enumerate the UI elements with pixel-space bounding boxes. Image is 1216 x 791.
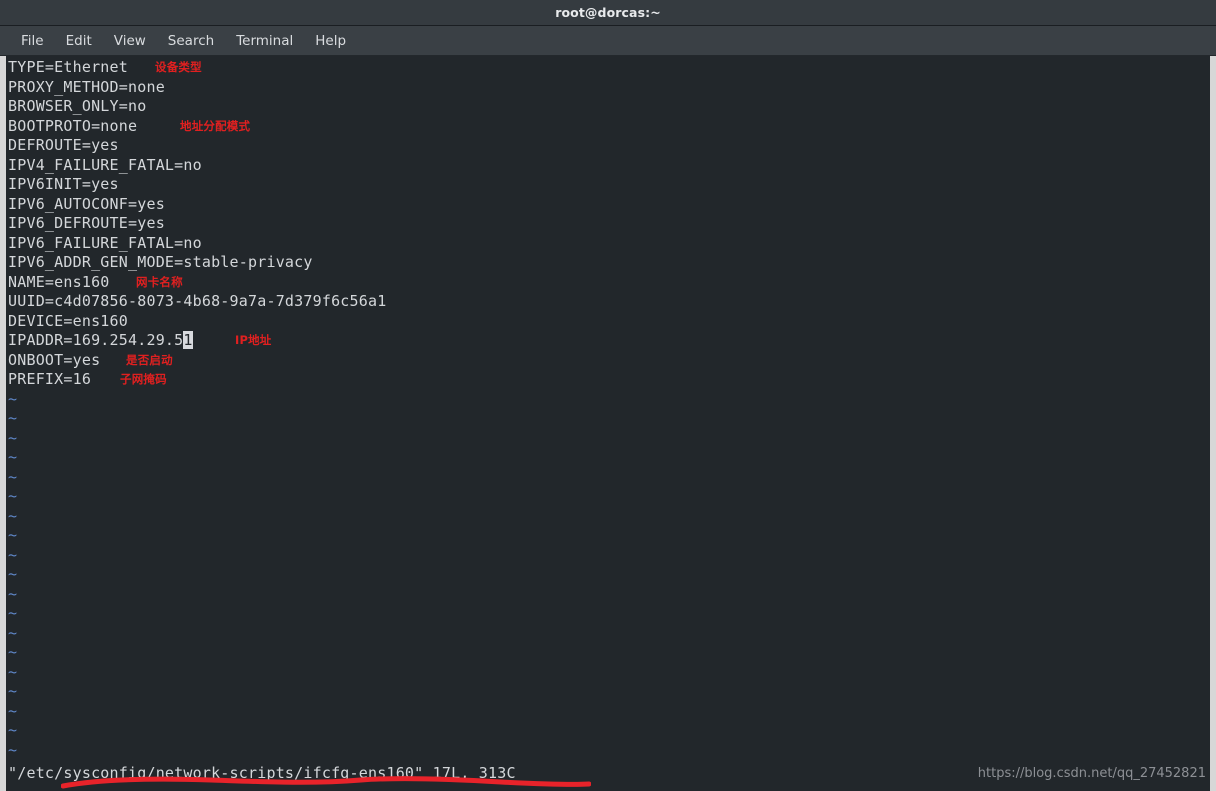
red-annotation-label: 设备类型 [155,60,202,74]
vim-line-text: BOOTPROTO=none [8,116,138,135]
vim-line: ONBOOT=yes 是否启动 [8,351,1216,371]
vim-empty-line-marker: ~ [8,682,18,700]
vim-empty-line-marker: ~ [8,409,18,427]
red-annotation-label: IP地址 [235,333,272,347]
terminal-body: TYPE=Ethernet 设备类型 PROXY_METHOD=none BROWSE… [0,56,1216,791]
vim-empty-line-marker: ~ [8,428,18,447]
red-annotation-label: 子网掩码 [120,372,167,386]
vim-line: PREFIX=16 子网掩码 [8,370,1216,390]
vim-line-text: PROXY_METHOD=none [8,77,165,96]
vim-line: IPV6_AUTOCONF=yes [8,195,1216,215]
terminal-window: root@dorcas:~ File Edit View Search Term… [0,0,1216,791]
vim-empty-line-marker: ~ [8,584,18,603]
text-cursor: 1 [183,331,193,349]
vim-line-text: ONBOOT=yes [8,350,101,369]
vim-empty-line-markers: ~ ~ ~ ~ ~ ~ ~ ~ ~ ~ ~ ~ ~ ~ ~ ~ ~ ~ ~ [8,390,1216,761]
vim-editor-area[interactable]: TYPE=Ethernet 设备类型 PROXY_METHOD=none BROWSE… [6,56,1216,791]
red-annotation-label: 是否启动 [126,352,173,367]
vim-empty-line-marker: ~ [8,662,18,681]
vim-line-text: IPV6_AUTOCONF=yes [8,194,165,213]
vim-empty-line-marker: ~ [8,623,18,642]
vim-line: PROXY_METHOD=none [8,78,1216,98]
vim-line: IPV6_DEFROUTE=yes [8,214,1216,234]
vim-line: BOOTPROTO=none 地址分配模式 [8,117,1216,137]
vim-line-text: BROWSER_ONLY=no [8,97,147,115]
vim-line: BROWSER_ONLY=no [8,97,1216,117]
vim-empty-line-marker: ~ [8,604,18,622]
vim-line-text: IPV4_FAILURE_FATAL=no [8,155,202,174]
vim-empty-line-marker: ~ [8,643,18,661]
menu-item-file[interactable]: File [10,31,55,51]
vim-status-line: "/etc/sysconfig/network-scripts/ifcfg-en… [8,764,516,782]
vim-line: TYPE=Ethernet 设备类型 [8,58,1216,78]
red-annotation-label: 地址分配模式 [180,118,251,133]
vim-empty-line-marker: ~ [8,740,18,759]
vim-line-text: IPV6_FAILURE_FATAL=no [8,233,202,252]
vim-line: IPV6INIT=yes [8,175,1216,195]
vim-line: IPADDR=169.254.29.51 IP地址 [8,331,1216,351]
vim-line: IPV6_ADDR_GEN_MODE=stable-privacy [8,253,1216,273]
vim-buffer-lines: TYPE=Ethernet 设备类型 PROXY_METHOD=none BROWSE… [8,58,1216,390]
menu-item-search[interactable]: Search [157,31,225,51]
vim-line: DEFROUTE=yes [8,136,1216,156]
vim-empty-line-marker: ~ [8,701,18,720]
vim-empty-line-marker: ~ [8,487,18,505]
menu-item-help[interactable]: Help [304,31,357,51]
vim-empty-line-marker: ~ [8,545,18,564]
vim-line: IPV6_FAILURE_FATAL=no [8,234,1216,254]
vim-line-text: IPV6_DEFROUTE=yes [8,214,165,232]
menu-item-edit[interactable]: Edit [55,31,103,51]
vim-empty-line-marker: ~ [8,721,18,739]
vim-line: UUID=c4d07856-8073-4b68-9a7a-7d379f6c56a… [8,292,1216,312]
vim-line-text: UUID=c4d07856-8073-4b68-9a7a-7d379f6c56a… [8,292,387,310]
window-right-border [1210,56,1216,791]
vim-line-text: DEVICE=ens160 [8,311,128,330]
vim-line-text: IPV6INIT=yes [8,175,119,193]
vim-line-text: NAME=ens160 [8,272,110,291]
vim-empty-line-marker: ~ [8,448,18,466]
window-title: root@dorcas:~ [555,5,661,20]
vim-empty-line-marker: ~ [8,467,18,486]
vim-line-text: IPV6_ADDR_GEN_MODE=stable-privacy [8,253,313,271]
menu-item-view[interactable]: View [103,31,157,51]
vim-line: NAME=ens160 网卡名称 [8,273,1216,293]
vim-line-text: DEFROUTE=yes [8,136,119,154]
red-annotation-label: 网卡名称 [136,274,183,289]
vim-empty-line-marker: ~ [8,506,18,525]
vim-line-text: IPADDR=169.254.29.5 [8,331,184,349]
vim-line-text: TYPE=Ethernet [8,58,128,76]
vim-empty-line-marker: ~ [8,565,18,583]
window-titlebar: root@dorcas:~ [0,0,1216,26]
menubar: File Edit View Search Terminal Help [0,26,1216,56]
vim-line-text: PREFIX=16 [8,370,92,388]
menu-item-terminal[interactable]: Terminal [225,31,304,51]
watermark-text: https://blog.csdn.net/qq_27452821 [977,766,1206,781]
vim-empty-line-marker: ~ [8,526,18,544]
vim-empty-line-marker: ~ [8,389,18,408]
vim-line: IPV4_FAILURE_FATAL=no [8,156,1216,176]
vim-line: DEVICE=ens160 [8,312,1216,332]
